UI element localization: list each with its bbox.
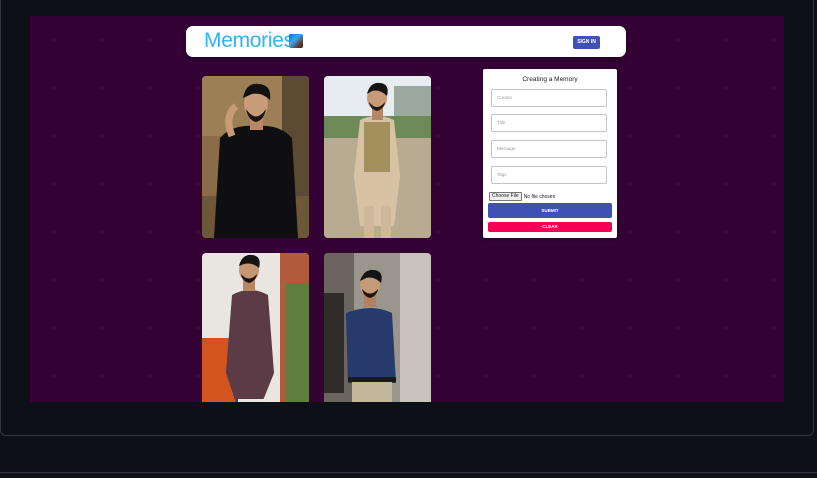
- form-title: Creating a Memory: [522, 76, 578, 83]
- message-field[interactable]: Message: [491, 140, 607, 158]
- submit-button[interactable]: SUBMIT: [488, 203, 612, 218]
- app-bar: Memories SIGN IN: [186, 26, 626, 57]
- sign-in-button[interactable]: SIGN IN: [573, 36, 600, 49]
- title-field[interactable]: Title: [491, 114, 607, 132]
- man-navy-shirt-photo: [324, 253, 431, 402]
- man-black-shalwar-kameez-photo: [202, 76, 309, 238]
- creator-field[interactable]: Creator: [491, 89, 607, 107]
- memories-logo-icon: [289, 34, 303, 48]
- memory-card[interactable]: [202, 253, 309, 402]
- app-viewport: Memories SIGN IN Creating a Memory Creat…: [30, 16, 784, 402]
- file-status: No file chosen: [523, 193, 556, 200]
- man-beige-waistcoat-photo: [324, 76, 431, 238]
- tags-field[interactable]: Tags: [491, 166, 607, 184]
- man-purple-kurta-photo: [202, 253, 309, 402]
- memory-card[interactable]: [324, 253, 431, 402]
- memory-card[interactable]: [324, 76, 431, 238]
- file-input: Choose File No file chosen: [489, 192, 555, 201]
- memory-card[interactable]: [202, 76, 309, 238]
- create-memory-form: Creating a Memory Creator Title Message …: [483, 69, 617, 238]
- brand-title[interactable]: Memories: [204, 29, 294, 53]
- bottom-divider: [0, 472, 817, 473]
- clear-button[interactable]: CLEAR: [488, 222, 612, 232]
- choose-file-button[interactable]: Choose File: [489, 192, 522, 201]
